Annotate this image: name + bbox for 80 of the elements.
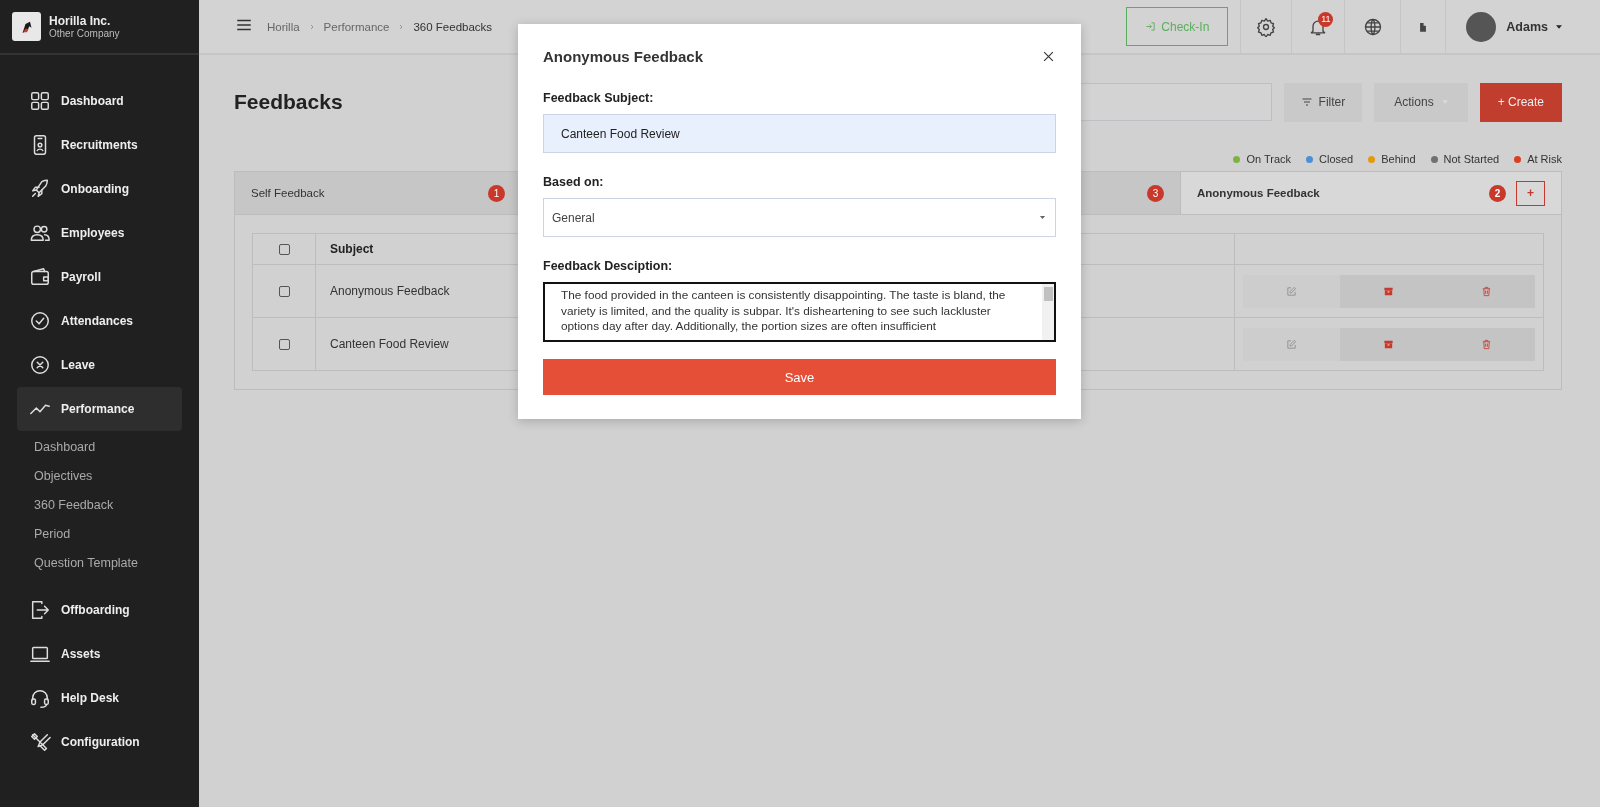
sidebar-item[interactable]: Onboarding [17, 167, 182, 211]
delete-button[interactable] [1437, 274, 1535, 308]
actions-button[interactable]: Actions [1374, 82, 1468, 122]
legend-label: Behind [1381, 153, 1416, 165]
user-name: Adams [1506, 19, 1548, 34]
submenu-item[interactable]: Period [34, 520, 71, 549]
tab-label: Anonymous Feedback [1197, 187, 1321, 199]
legend-label: Closed [1319, 153, 1354, 165]
sign-in-icon [1145, 21, 1157, 32]
edit-button[interactable] [1243, 274, 1341, 308]
submenu-item[interactable]: 360 Feedback [34, 491, 114, 520]
subject-field[interactable]: Canteen Food Review [543, 114, 1056, 153]
sidebar-item[interactable]: Employees [17, 211, 182, 255]
sidebar-item[interactable]: Offboarding [17, 588, 182, 632]
toolbar-button[interactable]: 11 [1291, 0, 1345, 53]
checkbox[interactable] [278, 285, 290, 297]
count-badge: 1 [488, 184, 505, 202]
tab-label: Self Feedback [251, 187, 326, 199]
submenu-item[interactable]: Objectives [34, 462, 93, 491]
scrollbar [1042, 284, 1054, 340]
checkbox[interactable] [278, 243, 290, 255]
field-label: Feedback Subject: [543, 91, 655, 105]
sidebar-item[interactable]: Configuration [17, 720, 182, 764]
sidebar-item[interactable]: Performance [17, 387, 182, 431]
sidebar-item[interactable]: Help Desk [17, 676, 182, 720]
edit-icon [1286, 285, 1298, 297]
trash-icon [1480, 285, 1492, 297]
modal-title: Anonymous Feedback [543, 48, 704, 65]
tools-icon [29, 731, 51, 753]
close-button[interactable] [1041, 49, 1056, 64]
description-field[interactable]: The food provided in the canteen is consistently disappointing. The taste is bland, the variety is limited, and the quality is subpar. It's disheartening to see such lackluster options day after day. Additionally, the portion sizes are often insufficient [543, 282, 1056, 342]
sidebar-item[interactable]: Assets [17, 632, 182, 676]
filter-button[interactable]: Filter [1283, 82, 1363, 122]
sidebar-item[interactable]: Dashboard [17, 79, 182, 123]
wallet-icon [29, 266, 51, 288]
edit-icon [1286, 338, 1298, 350]
rocket-icon [29, 178, 51, 200]
close-icon [1041, 49, 1056, 64]
user-menu[interactable]: Adams [1445, 0, 1600, 53]
check-circle-icon [29, 310, 51, 332]
breadcrumb-link[interactable]: Horilla [267, 20, 300, 33]
filter-icon [1300, 96, 1313, 108]
legend-label: On Track [1246, 153, 1291, 165]
add-button[interactable]: + [1516, 180, 1545, 206]
globe-icon [1362, 16, 1383, 37]
archive-button[interactable] [1340, 274, 1438, 308]
sidebar-item[interactable]: Attendances [17, 299, 182, 343]
company-subtitle: Other Company [49, 28, 120, 39]
create-button[interactable]: + Create [1479, 82, 1562, 122]
archive-icon [1383, 338, 1395, 350]
submenu-item[interactable]: Question Template [34, 549, 138, 578]
legend-label: At Risk [1527, 153, 1562, 165]
delete-button[interactable] [1437, 327, 1535, 361]
avatar [1466, 11, 1497, 42]
people-icon [29, 222, 51, 244]
save-button[interactable]: Save [543, 359, 1056, 395]
submenu-item[interactable]: Dashboard [34, 433, 96, 462]
page-title: Feedbacks [234, 90, 343, 114]
based-on-select[interactable]: General [543, 198, 1056, 237]
exit-icon [29, 599, 51, 621]
sidebar-item[interactable]: Payroll [17, 255, 182, 299]
trash-icon [1480, 338, 1492, 350]
company-name: Horilla Inc. [49, 14, 112, 28]
headset-icon [29, 687, 51, 709]
sidebar-item[interactable]: Recruitments [17, 123, 182, 167]
breadcrumb-link[interactable]: Performance [323, 20, 390, 33]
archive-icon [1383, 285, 1395, 297]
legend-label: Not Started [1443, 153, 1500, 165]
archive-button[interactable] [1340, 327, 1438, 361]
checkbox[interactable] [278, 338, 290, 350]
cancel-circle-icon [29, 354, 51, 376]
field-label: Based on: [543, 175, 605, 189]
grid-icon [29, 90, 51, 112]
settings-icon [1256, 16, 1277, 37]
count-badge: 3 [1147, 184, 1164, 202]
sidebar-item[interactable]: Leave [17, 343, 182, 387]
notification-badge: 11 [1318, 12, 1334, 27]
edit-button[interactable] [1243, 327, 1341, 361]
count-badge: 2 [1489, 184, 1506, 202]
tab[interactable]: Anonymous Feedback 2 + [1181, 172, 1561, 214]
